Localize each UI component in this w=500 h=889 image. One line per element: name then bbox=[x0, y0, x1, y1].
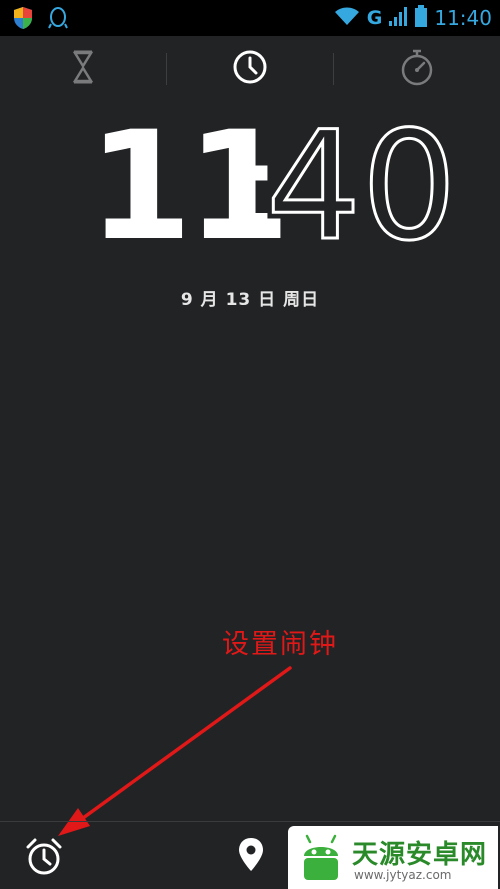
annotation-label: 设置闹钟 bbox=[222, 629, 338, 660]
status-bar-notifications bbox=[12, 6, 68, 34]
stopwatch-icon bbox=[399, 48, 435, 90]
clock-app-screen: G 11:40 11: 40 9 月 13 日 周日 设置闹钟 天源安卓网 w… bbox=[0, 0, 500, 889]
qq-penguin-icon bbox=[48, 6, 68, 34]
location-pin-icon bbox=[237, 838, 265, 877]
tab-clock[interactable] bbox=[167, 36, 334, 102]
status-time: 11:40 bbox=[434, 6, 492, 30]
status-bar: G 11:40 bbox=[0, 0, 500, 36]
clock-date: 9 月 13 日 周日 bbox=[180, 290, 320, 310]
hourglass-icon bbox=[71, 50, 95, 88]
status-bar-system: G 11:40 bbox=[333, 4, 492, 32]
clock-icon bbox=[232, 49, 268, 89]
bottom-action-bar: 天源安卓网 www.jytyaz.com bbox=[0, 821, 500, 889]
watermark-title: 天源安卓网 bbox=[352, 840, 488, 870]
signal-icon bbox=[388, 5, 408, 31]
digital-clock: 11 : 40 bbox=[0, 100, 500, 274]
clock-minutes: 40 bbox=[265, 100, 459, 274]
watermark-url: www.jytyaz.com bbox=[354, 868, 452, 882]
android-logo-icon bbox=[296, 832, 346, 888]
watermark-logo: 天源安卓网 www.jytyaz.com bbox=[288, 826, 498, 889]
alarm-button[interactable] bbox=[24, 837, 64, 877]
tab-stopwatch[interactable] bbox=[333, 36, 500, 102]
wifi-icon bbox=[333, 5, 361, 31]
tab-timer[interactable] bbox=[0, 36, 167, 102]
cities-button[interactable] bbox=[237, 837, 265, 873]
mode-tabs bbox=[0, 36, 500, 102]
network-type: G bbox=[366, 7, 383, 29]
battery-icon bbox=[414, 4, 428, 32]
shield-app-icon bbox=[12, 6, 34, 34]
alarm-clock-icon bbox=[24, 838, 64, 881]
